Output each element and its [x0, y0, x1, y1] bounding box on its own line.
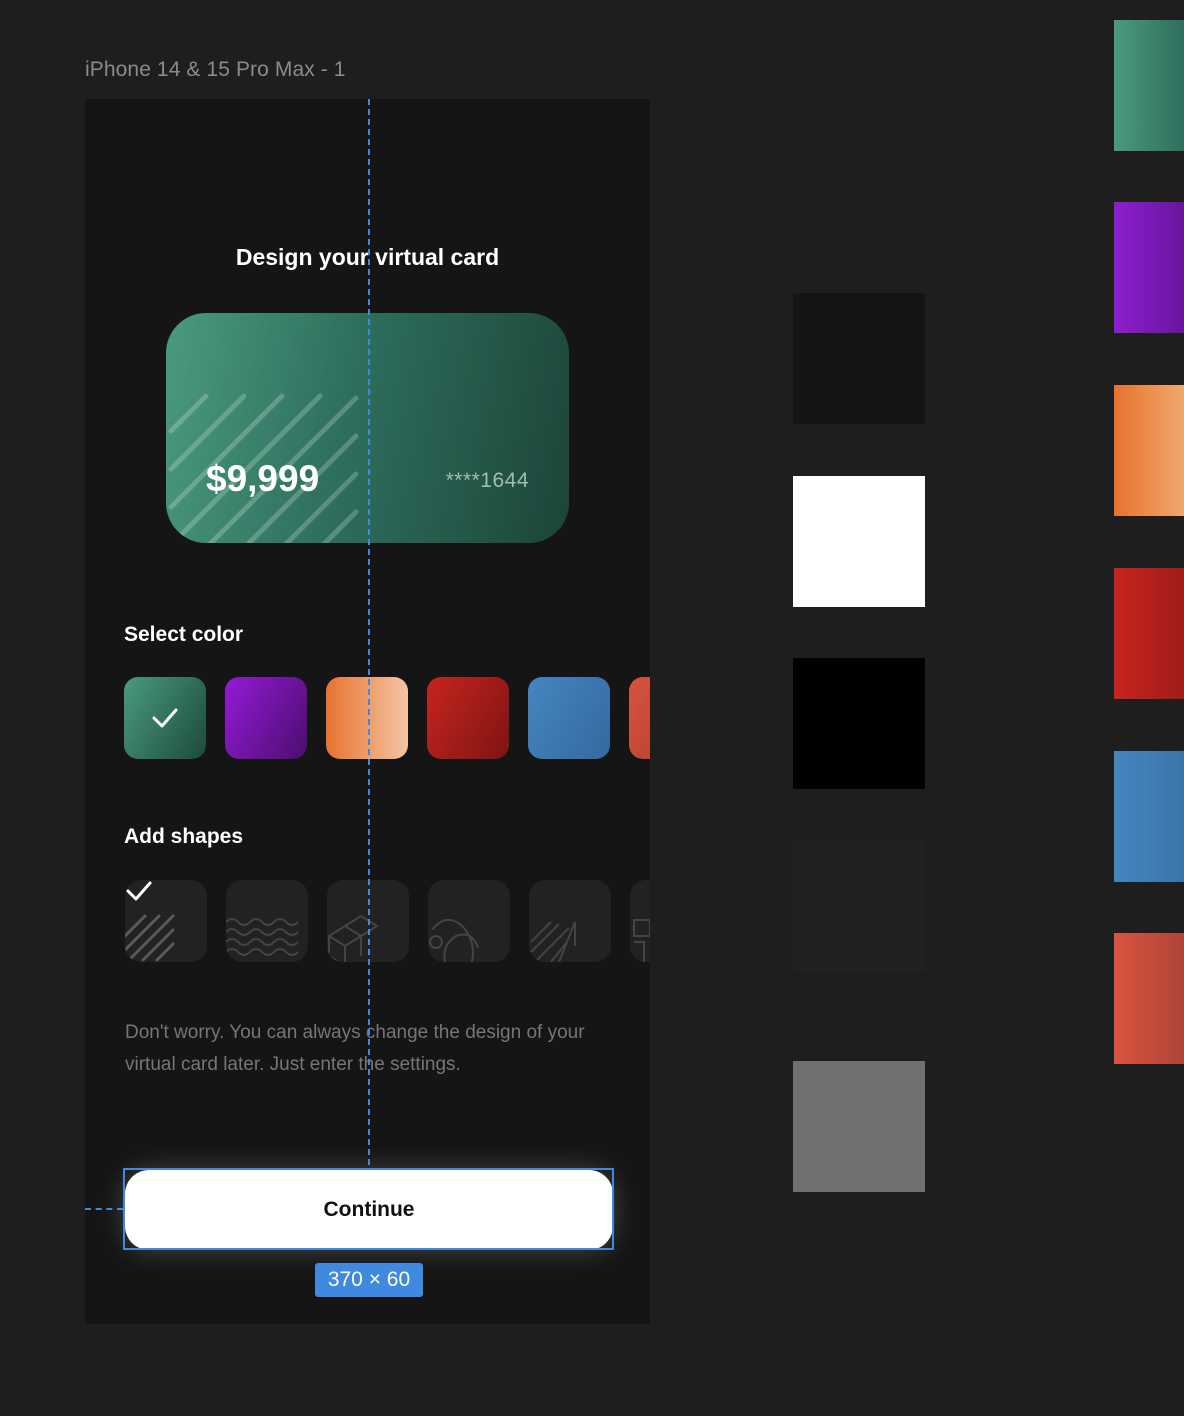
gradient-swatch-green[interactable] — [1114, 20, 1184, 151]
style-swatch-gray[interactable] — [793, 1061, 925, 1192]
slashes-pattern-icon — [530, 921, 576, 962]
style-swatch-white[interactable] — [793, 476, 925, 607]
add-shapes-label: Add shapes — [124, 825, 244, 848]
blobs-pattern-icon — [429, 919, 479, 962]
shape-option-blobs[interactable] — [428, 880, 510, 962]
select-color-label: Select color — [124, 623, 244, 646]
blocks-pattern-icon — [633, 919, 650, 962]
card-balance: $9,999 — [206, 458, 320, 499]
color-swatch-blue[interactable] — [528, 677, 610, 759]
style-swatch-black[interactable] — [793, 658, 925, 789]
color-swatch-coral[interactable] — [629, 677, 650, 759]
selected-check — [125, 880, 207, 962]
gradient-swatch-coral[interactable] — [1114, 933, 1184, 1064]
center-guide-line — [368, 99, 370, 1165]
shape-option-slashes[interactable] — [529, 880, 611, 962]
gradient-swatch-blue[interactable] — [1114, 751, 1184, 882]
style-swatch-surface[interactable] — [793, 840, 925, 971]
waves-pattern-icon — [226, 918, 299, 956]
card-number: ****1644 — [445, 469, 529, 492]
helper-text: Don't worry. You can always change the d… — [125, 1022, 585, 1075]
color-swatch-purple[interactable] — [225, 677, 307, 759]
frame-title[interactable]: iPhone 14 & 15 Pro Max - 1 — [85, 58, 346, 82]
selection-outline[interactable] — [123, 1168, 614, 1250]
dimension-badge: 370 × 60 — [315, 1263, 423, 1297]
gradient-swatch-purple[interactable] — [1114, 202, 1184, 333]
gradient-swatch-red[interactable] — [1114, 568, 1184, 699]
gradient-swatch-orange[interactable] — [1114, 385, 1184, 516]
shape-option-stripes[interactable] — [125, 880, 207, 962]
color-swatch-orange[interactable] — [326, 677, 408, 759]
color-swatch-red[interactable] — [427, 677, 509, 759]
shape-option-waves[interactable] — [226, 880, 308, 962]
checkmark-icon — [126, 881, 152, 901]
spacing-guide-line — [85, 1208, 123, 1210]
style-swatch-background[interactable] — [793, 293, 925, 424]
color-swatch-green[interactable] — [124, 677, 206, 759]
checkmark-icon — [152, 708, 178, 728]
shape-option-blocks[interactable] — [630, 880, 650, 962]
